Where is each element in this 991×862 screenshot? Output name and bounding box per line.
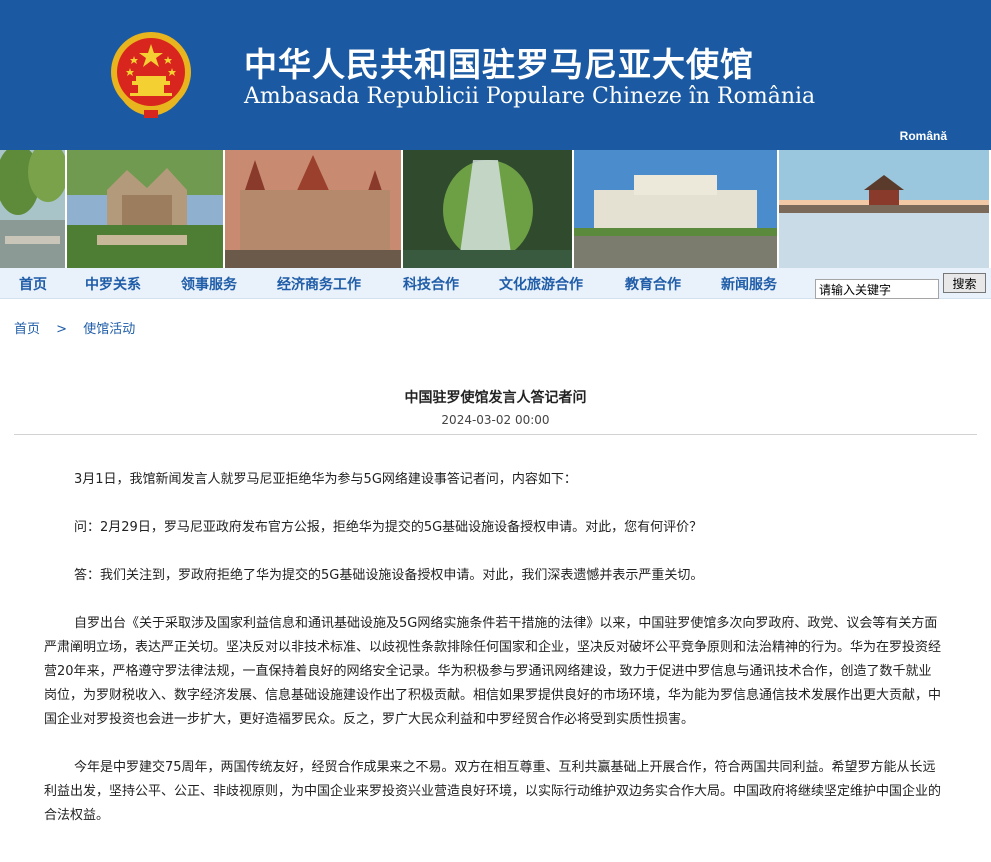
- article-paragraph: 问：2月29日，罗马尼亚政府发布官方公报，拒绝华为提交的5G基础设施设备授权申请…: [74, 520, 703, 535]
- banner-photo-trees: [0, 150, 65, 268]
- search-button[interactable]: 搜索: [943, 273, 986, 293]
- nav-item-culture-tourism[interactable]: 文化旅游合作: [499, 274, 583, 294]
- breadcrumb: 首页 > 使馆活动: [14, 318, 135, 337]
- banner-photo-waterfall: [403, 150, 572, 268]
- article-body: 3月1日，我馆新闻发言人就罗马尼亚拒绝华为参与5G网络建设事答记者问，内容如下：…: [44, 468, 944, 852]
- photo-banner: [0, 150, 991, 268]
- banner-photo-castle-peles: [67, 150, 223, 268]
- article-paragraph: 今年是中罗建交75周年，两国传统友好，经贸合作成果来之不易。双方在相互尊重、互利…: [44, 760, 942, 823]
- nav-item-consular-services[interactable]: 领事服务: [181, 274, 237, 294]
- nav-item-education[interactable]: 教育合作: [625, 274, 681, 294]
- national-emblem-icon: [111, 32, 191, 118]
- language-link-romanian[interactable]: Română: [900, 129, 947, 143]
- breadcrumb-home[interactable]: 首页: [14, 322, 40, 337]
- article-paragraph: 3月1日，我馆新闻发言人就罗马尼亚拒绝华为参与5G网络建设事答记者问，内容如下：: [74, 472, 577, 487]
- banner-photo-forbidden-city: [779, 150, 989, 268]
- article-paragraph: 答：我们关注到，罗政府拒绝了华为提交的5G基础设施设备授权申请。对此，我们深表遗…: [74, 568, 704, 583]
- nav-item-science-tech[interactable]: 科技合作: [403, 274, 459, 294]
- divider: [14, 434, 977, 435]
- article-date: 2024-03-02 00:00: [441, 413, 550, 427]
- nav-item-china-romania-relations[interactable]: 中罗关系: [85, 274, 141, 294]
- nav-item-home[interactable]: 首页: [19, 274, 47, 294]
- breadcrumb-separator: >: [56, 322, 68, 337]
- breadcrumb-section[interactable]: 使馆活动: [83, 322, 135, 337]
- nav-item-news[interactable]: 新闻服务: [721, 274, 777, 294]
- search-input[interactable]: [815, 279, 939, 299]
- nav-item-economic-commercial[interactable]: 经济商务工作: [277, 274, 361, 294]
- banner-photo-corvin-castle: [225, 150, 401, 268]
- site-title-chinese: 中华人民共和国驻罗马尼亚大使馆: [244, 45, 754, 84]
- site-header: 中华人民共和国驻罗马尼亚大使馆 Ambasada Republicii Popu…: [0, 0, 991, 150]
- site-title-romanian: Ambasada Republicii Populare Chineze în …: [244, 84, 816, 109]
- article-title: 中国驻罗使馆发言人答记者问: [404, 390, 587, 406]
- article-paragraph: 自罗出台《关于采取涉及国家利益信息和通讯基础设施及5G网络实施条件若干措施的法律…: [44, 616, 942, 727]
- banner-photo-palace-of-parliament: [574, 150, 777, 268]
